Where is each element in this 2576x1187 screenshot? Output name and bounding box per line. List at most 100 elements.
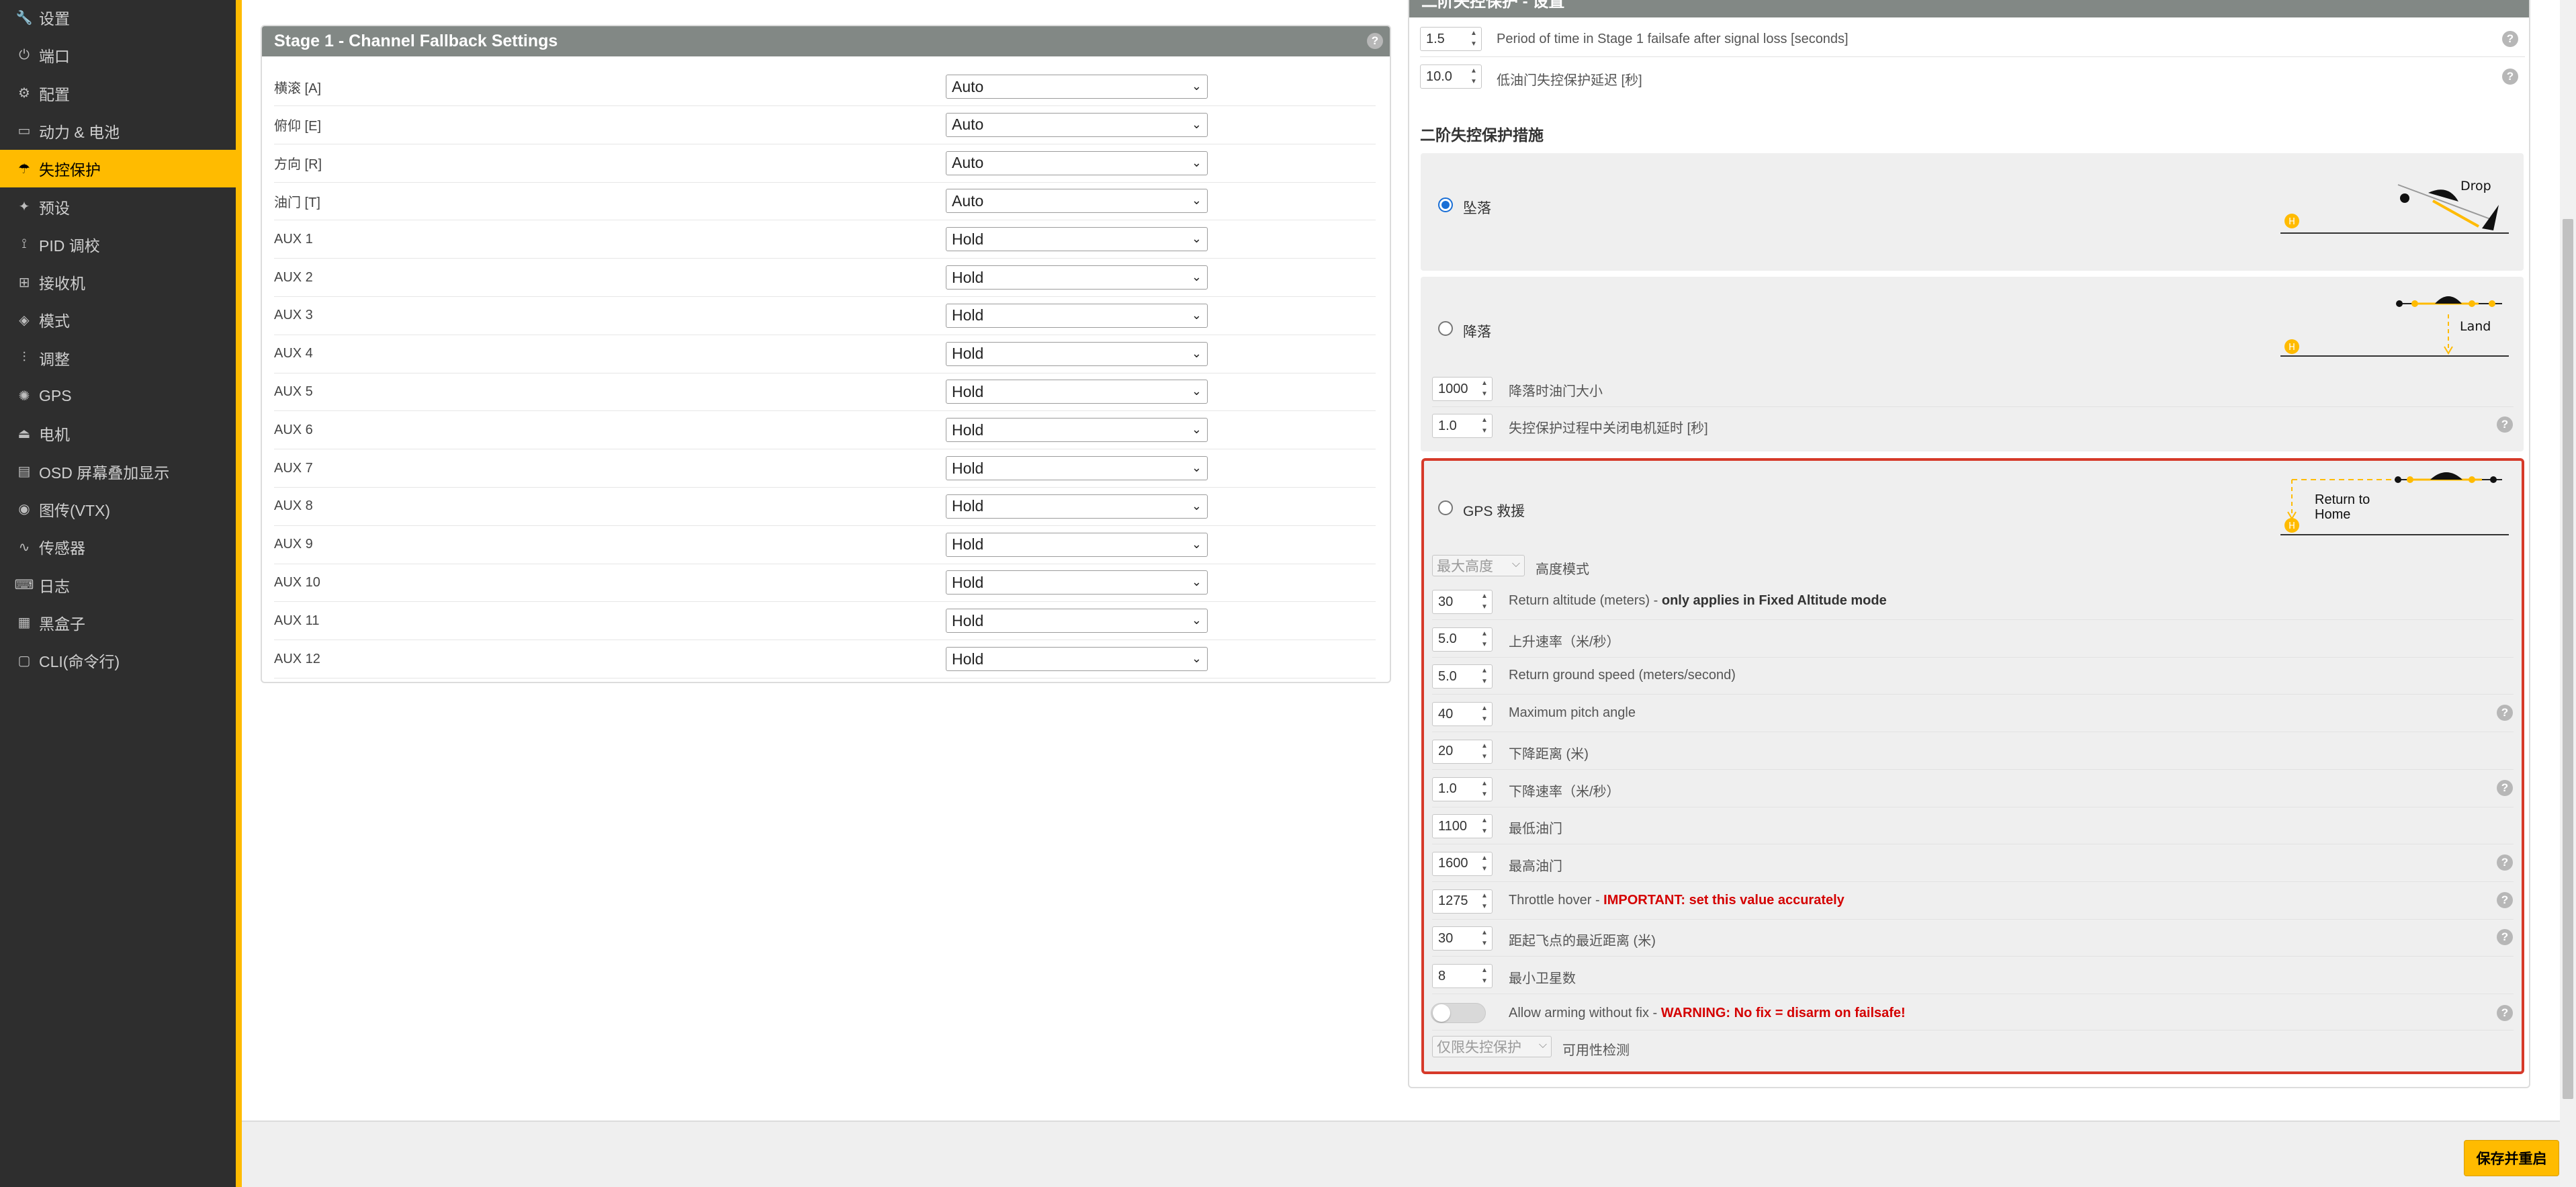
sidebar-item[interactable]: ▭ 动力 & 电池 bbox=[0, 112, 236, 150]
channel-fallback-select[interactable]: Hold ⌄ bbox=[946, 341, 1208, 366]
spinner-icon[interactable]: ▲ ▼ bbox=[1480, 929, 1489, 948]
input-value: 20 bbox=[1438, 744, 1454, 759]
sidebar-item[interactable]: ▢ CLI(命令行) bbox=[0, 642, 236, 679]
channel-fallback-select[interactable]: Hold ⌄ bbox=[946, 456, 1208, 480]
channel-fallback-select[interactable]: Hold ⌄ bbox=[946, 609, 1208, 633]
sidebar-item[interactable]: ✺ GPS bbox=[0, 377, 236, 414]
spinner-icon[interactable]: ▲ ▼ bbox=[1480, 592, 1489, 611]
land-radio[interactable] bbox=[1438, 321, 1453, 336]
channel-fallback-select[interactable]: Auto ⌄ bbox=[946, 75, 1208, 99]
sidebar-item[interactable]: 🔧 设置 bbox=[0, 0, 236, 36]
help-icon[interactable]: ? bbox=[1367, 33, 1383, 49]
help-icon[interactable]: ? bbox=[2502, 69, 2518, 85]
gps-setting-input[interactable]: 30 ▲ ▼ bbox=[1432, 926, 1493, 951]
channel-fallback-select[interactable]: Hold ⌄ bbox=[946, 227, 1208, 252]
altitude-mode-select[interactable]: 最大高度 ⌵ bbox=[1432, 555, 1525, 576]
help-icon[interactable]: ? bbox=[2497, 705, 2513, 721]
sidebar-item-label: 端口 bbox=[39, 48, 70, 66]
gps-setting-input[interactable]: 20 ▲ ▼ bbox=[1432, 739, 1493, 764]
spinner-icon[interactable]: ▲ ▼ bbox=[1480, 854, 1489, 873]
low-throttle-delay-input[interactable]: 10.0 ▲ ▼ bbox=[1420, 64, 1482, 89]
spinner-icon[interactable]: ▲ ▼ bbox=[1480, 380, 1489, 398]
help-icon[interactable]: ? bbox=[2497, 891, 2513, 908]
sidebar-item[interactable]: ⏏ 电机 bbox=[0, 414, 236, 452]
channel-fallback-select[interactable]: Hold ⌄ bbox=[946, 647, 1208, 671]
gps-setting-input[interactable]: 5.0 ▲ ▼ bbox=[1432, 627, 1493, 652]
channel-fallback-select[interactable]: Hold ⌄ bbox=[946, 570, 1208, 595]
battery-icon: ▭ bbox=[17, 124, 31, 139]
spinner-icon[interactable]: ▲ ▼ bbox=[1480, 742, 1489, 761]
help-icon[interactable]: ? bbox=[2497, 416, 2513, 433]
channel-fallback-select[interactable]: Hold ⌄ bbox=[946, 265, 1208, 290]
gps-setting-input[interactable]: 1.0 ▲ ▼ bbox=[1432, 777, 1493, 801]
gps-setting-input[interactable]: 1100 ▲ ▼ bbox=[1432, 814, 1493, 839]
sidebar-item[interactable]: ⫶ 调整 bbox=[0, 339, 236, 377]
channel-fallback-select[interactable]: Hold ⌄ bbox=[946, 418, 1208, 443]
select-value: Hold bbox=[952, 650, 984, 668]
sidebar-item[interactable]: ✦ 预设 bbox=[0, 188, 236, 226]
spinner-icon[interactable]: ▲ ▼ bbox=[1469, 67, 1478, 86]
sidebar-item[interactable]: ⚙ 配置 bbox=[0, 75, 236, 112]
landing-throttle-input[interactable]: 1000 ▲ ▼ bbox=[1432, 377, 1493, 401]
motor-off-delay-input[interactable]: 1.0 ▲ ▼ bbox=[1432, 414, 1493, 438]
help-icon[interactable]: ? bbox=[2497, 854, 2513, 871]
keyboard-icon: ⌨ bbox=[14, 578, 34, 592]
channel-fallback-select[interactable]: Auto ⌄ bbox=[946, 150, 1208, 175]
drop-radio[interactable] bbox=[1438, 197, 1453, 212]
spinner-icon[interactable]: ▲ ▼ bbox=[1480, 705, 1489, 723]
spinner-icon[interactable]: ▲ ▼ bbox=[1480, 780, 1489, 799]
sidebar-item[interactable]: ◈ 模式 bbox=[0, 301, 236, 339]
sidebar-item[interactable]: ∿ 传感器 bbox=[0, 528, 236, 566]
channel-fallback-select[interactable]: Hold ⌄ bbox=[946, 494, 1208, 519]
sidebar-item-label: 模式 bbox=[39, 312, 70, 331]
sidebar-item[interactable]: ▦ 黑盒子 bbox=[0, 604, 236, 642]
spinner-icon[interactable]: ▲ ▼ bbox=[1480, 817, 1489, 836]
sidebar-item[interactable]: ⟟ PID 调校 bbox=[0, 226, 236, 263]
gps-setting-input[interactable]: 8 ▲ ▼ bbox=[1432, 964, 1493, 988]
gps-setting-input[interactable]: 5.0 ▲ ▼ bbox=[1432, 664, 1493, 689]
sidebar-item[interactable]: ⏻ 端口 bbox=[0, 36, 236, 74]
gps-setting-label: 下降速率（米/秒） bbox=[1509, 784, 1620, 799]
spinner-icon[interactable]: ▲ ▼ bbox=[1480, 967, 1489, 985]
divider bbox=[1432, 406, 2514, 407]
gps-setting-input[interactable]: 1600 ▲ ▼ bbox=[1432, 851, 1493, 876]
terminal-icon: ▢ bbox=[17, 653, 31, 668]
chevron-down-icon: ⌄ bbox=[1191, 537, 1202, 551]
receiver-icon: ⊞ bbox=[18, 275, 30, 290]
sidebar-item[interactable]: ◉ 图传(VTX) bbox=[0, 490, 236, 528]
input-value: 30 bbox=[1438, 930, 1454, 946]
gps-rescue-radio[interactable] bbox=[1438, 500, 1453, 515]
spinner-icon[interactable]: ▲ ▼ bbox=[1469, 30, 1478, 48]
help-icon[interactable]: ? bbox=[2497, 1005, 2513, 1021]
help-icon[interactable]: ? bbox=[2502, 31, 2518, 47]
sidebar-item[interactable]: ☂ 失控保护 bbox=[0, 150, 236, 188]
allow-arming-toggle[interactable] bbox=[1431, 1003, 1486, 1023]
channel-row: 方向 [R] Auto ⌄ bbox=[274, 144, 1376, 183]
gps-setting-input[interactable]: 40 ▲ ▼ bbox=[1432, 702, 1493, 727]
sanity-check-select[interactable]: 仅限失控保护 ⌵ bbox=[1432, 1036, 1552, 1057]
scrollbar-thumb[interactable] bbox=[2563, 219, 2573, 1099]
channel-fallback-select[interactable]: Hold ⌄ bbox=[946, 303, 1208, 328]
spinner-icon[interactable]: ▲ ▼ bbox=[1480, 416, 1489, 435]
channel-fallback-select[interactable]: Hold ⌄ bbox=[946, 532, 1208, 557]
sidebar-item[interactable]: ⊞ 接收机 bbox=[0, 263, 236, 301]
gps-setting-input[interactable]: 30 ▲ ▼ bbox=[1432, 590, 1493, 614]
save-and-reboot-button[interactable]: 保存并重启 bbox=[2464, 1140, 2559, 1176]
sidebar-item[interactable]: ▤ OSD 屏幕叠加显示 bbox=[0, 453, 236, 490]
chevron-down-icon: ⌄ bbox=[1191, 193, 1202, 208]
channel-fallback-select[interactable]: Auto ⌄ bbox=[946, 189, 1208, 214]
spinner-icon[interactable]: ▲ ▼ bbox=[1480, 630, 1489, 649]
select-value: Hold bbox=[952, 497, 984, 515]
stage1-period-input[interactable]: 1.5 ▲ ▼ bbox=[1420, 27, 1482, 51]
sidebar-item[interactable]: ⌨ 日志 bbox=[0, 566, 236, 604]
channel-label: AUX 5 bbox=[274, 384, 313, 399]
spinner-icon[interactable]: ▲ ▼ bbox=[1480, 667, 1489, 686]
input-value: 30 bbox=[1438, 594, 1454, 609]
gps-rescue-procedure-box[interactable] bbox=[1421, 458, 2524, 1074]
gps-setting-input[interactable]: 1275 ▲ ▼ bbox=[1432, 889, 1493, 914]
help-icon[interactable]: ? bbox=[2497, 779, 2513, 796]
sidebar: 🔧 设置 ⏻ 端口 ⚙ 配置 ▭ 动力 & 电池 ☂ 失控保护 ✦ 预设 ⟟ PID 调校 ⊞ 接收机 ◈ 模式 ⫶… bbox=[0, 0, 236, 1187]
channel-fallback-select[interactable]: Auto ⌄ bbox=[946, 112, 1208, 137]
spinner-icon[interactable]: ▲ ▼ bbox=[1480, 892, 1489, 911]
channel-fallback-select[interactable]: Hold ⌄ bbox=[946, 380, 1208, 404]
